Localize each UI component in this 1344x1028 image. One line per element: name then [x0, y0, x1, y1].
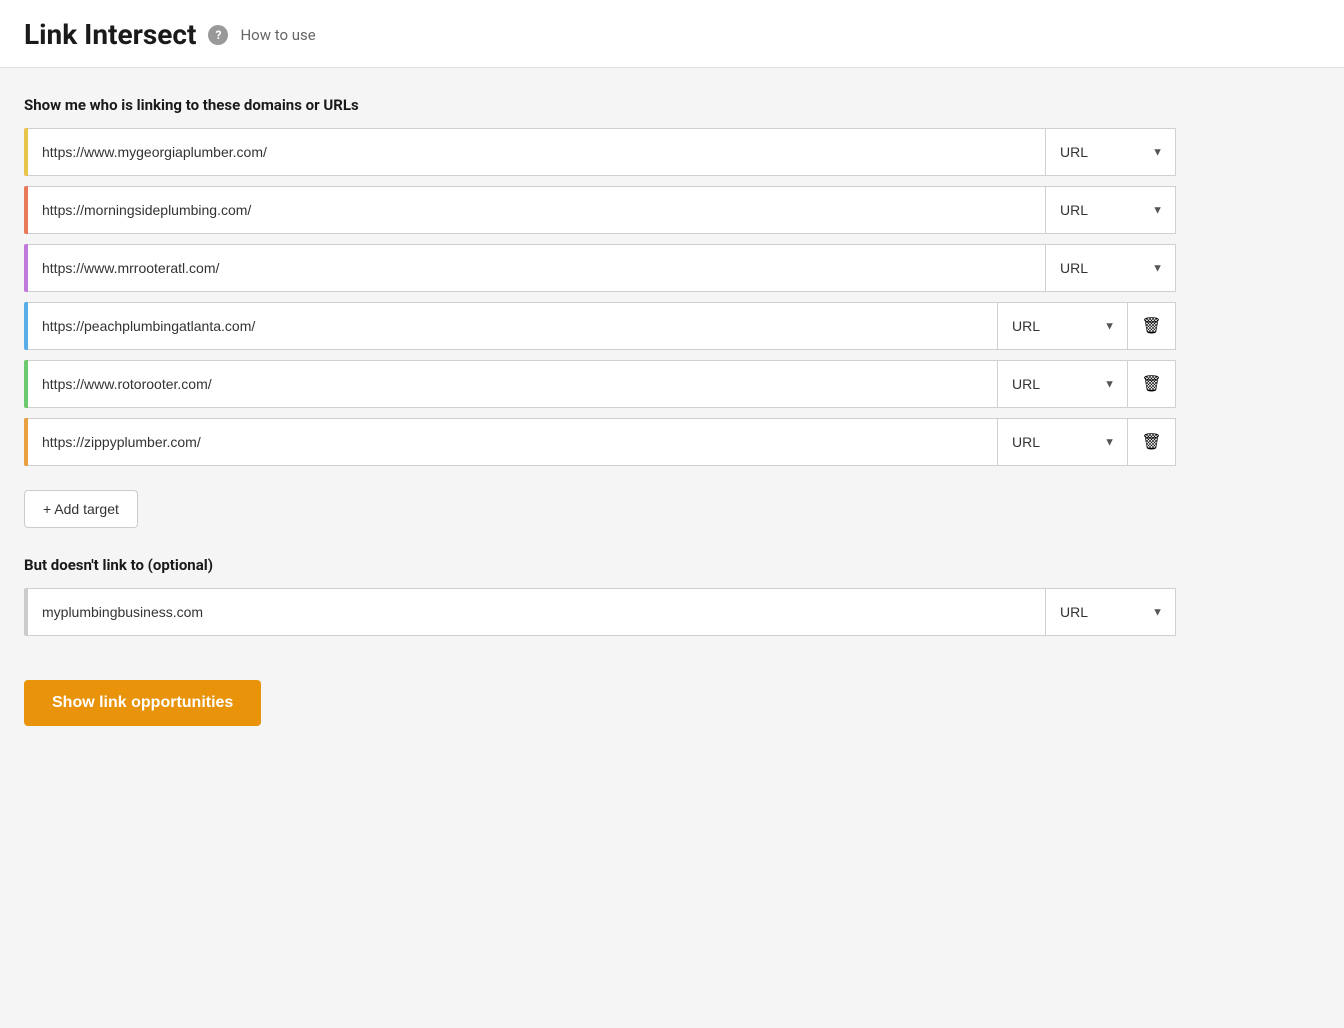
- type-select[interactable]: URLDomainSubdomainPath: [998, 303, 1127, 349]
- input-row: URLDomainSubdomainPath▼: [24, 244, 1176, 292]
- type-select[interactable]: URLDomainSubdomainPath: [1046, 129, 1175, 175]
- url-input[interactable]: [28, 588, 1046, 636]
- type-select[interactable]: URLDomainSubdomainPath: [1046, 589, 1175, 635]
- targeting-section-label: Show me who is linking to these domains …: [24, 96, 1176, 114]
- type-select[interactable]: URLDomainSubdomainPath: [998, 419, 1127, 465]
- type-select[interactable]: URLDomainSubdomainPath: [1046, 187, 1175, 233]
- input-row: URLDomainSubdomainPath▼: [24, 128, 1176, 176]
- trash-icon: 🗑: [1141, 432, 1161, 452]
- page-title: Link Intersect: [24, 18, 196, 51]
- url-input[interactable]: [28, 302, 998, 350]
- input-row: URLDomainSubdomainPath▼: [24, 588, 1176, 636]
- url-input[interactable]: [28, 244, 1046, 292]
- type-select-wrapper: URLDomainSubdomainPath▼: [998, 418, 1128, 466]
- type-select-wrapper: URLDomainSubdomainPath▼: [998, 302, 1128, 350]
- type-select-wrapper: URLDomainSubdomainPath▼: [998, 360, 1128, 408]
- input-row: URLDomainSubdomainPath▼: [24, 186, 1176, 234]
- trash-icon: 🗑: [1141, 316, 1161, 336]
- type-select[interactable]: URLDomainSubdomainPath: [1046, 245, 1175, 291]
- type-select[interactable]: URLDomainSubdomainPath: [998, 361, 1127, 407]
- url-input[interactable]: [28, 360, 998, 408]
- url-input[interactable]: [28, 186, 1046, 234]
- type-select-wrapper: URLDomainSubdomainPath▼: [1046, 244, 1176, 292]
- input-row: URLDomainSubdomainPath▼ 🗑: [24, 302, 1176, 350]
- show-link-opportunities-button[interactable]: Show link opportunities: [24, 680, 261, 726]
- delete-row-button[interactable]: 🗑: [1128, 418, 1176, 466]
- page-header: Link Intersect ? How to use: [0, 0, 1344, 68]
- how-to-use-link[interactable]: How to use: [240, 26, 315, 44]
- delete-row-button[interactable]: 🗑: [1128, 360, 1176, 408]
- input-row: URLDomainSubdomainPath▼ 🗑: [24, 418, 1176, 466]
- add-target-button[interactable]: + Add target: [24, 490, 138, 528]
- trash-icon: 🗑: [1141, 374, 1161, 394]
- type-select-wrapper: URLDomainSubdomainPath▼: [1046, 588, 1176, 636]
- targeting-section: Show me who is linking to these domains …: [24, 96, 1176, 528]
- type-select-wrapper: URLDomainSubdomainPath▼: [1046, 128, 1176, 176]
- url-input[interactable]: [28, 128, 1046, 176]
- delete-row-button[interactable]: 🗑: [1128, 302, 1176, 350]
- exclusion-section: But doesn't link to (optional) URLDomain…: [24, 556, 1176, 636]
- exclusion-section-label: But doesn't link to (optional): [24, 556, 1176, 574]
- type-select-wrapper: URLDomainSubdomainPath▼: [1046, 186, 1176, 234]
- input-row: URLDomainSubdomainPath▼ 🗑: [24, 360, 1176, 408]
- url-input[interactable]: [28, 418, 998, 466]
- help-icon[interactable]: ?: [208, 25, 228, 45]
